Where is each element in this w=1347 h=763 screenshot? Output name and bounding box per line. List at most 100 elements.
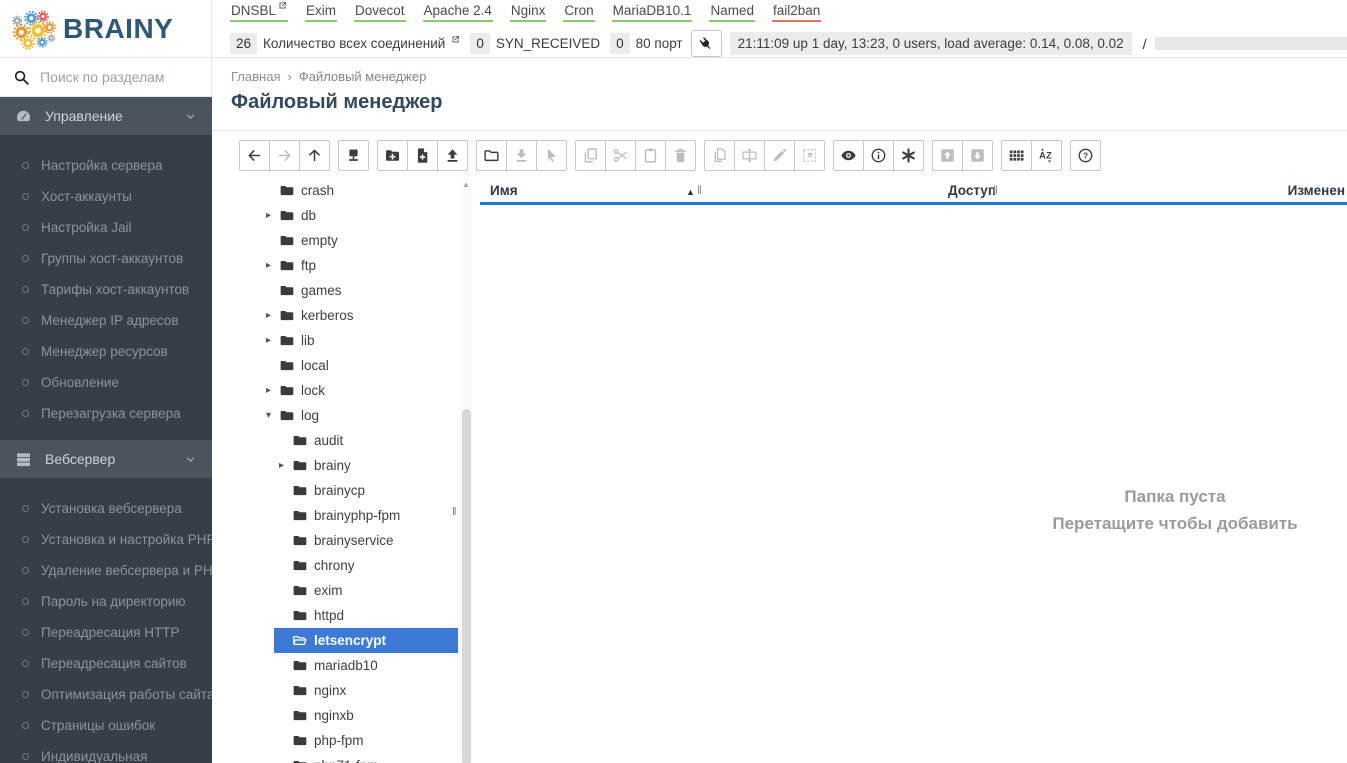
column-resize-handle[interactable]: ‖: [697, 183, 702, 197]
view-button[interactable]: [833, 140, 864, 171]
tree-label: brainyphp-fpm: [314, 508, 401, 523]
root-button[interactable]: [338, 140, 369, 171]
tree-expand-arrow[interactable]: ▸: [266, 310, 279, 321]
tree-label: audit: [314, 433, 344, 448]
tree-item-kerberos[interactable]: ▸ kerberos: [230, 303, 458, 328]
sidebar-item[interactable]: Установка вебсервера: [0, 493, 212, 524]
sidebar-item-label: Перезагрузка сервера: [41, 406, 181, 421]
sidebar-item[interactable]: Пароль на директорию: [0, 586, 212, 617]
tree-item-db[interactable]: ▸ db: [230, 203, 458, 228]
breadcrumb-home[interactable]: Главная: [231, 69, 280, 84]
sidebar-item-label: Индивидуальная: [41, 749, 148, 763]
sidebar-item[interactable]: Тарифы хост-аккаунтов: [0, 274, 212, 305]
service-link[interactable]: Cron: [563, 3, 595, 22]
sidebar-item[interactable]: Установка и настройка PHP: [0, 524, 212, 555]
tree-item-lock[interactable]: ▸ lock: [230, 378, 458, 403]
service-link[interactable]: Named: [709, 3, 755, 22]
tree-label: exim: [314, 583, 343, 598]
tree-scrollbar[interactable]: ▲: [460, 178, 472, 763]
tree-label: empty: [301, 233, 338, 248]
tree-item-brainy[interactable]: ▸ brainy: [230, 453, 458, 478]
tree-expand-arrow[interactable]: ▸: [266, 385, 279, 396]
column-header-access[interactable]: Доступ: [948, 183, 996, 198]
sidebar-item[interactable]: Группы хост-аккаунтов: [0, 243, 212, 274]
search-input[interactable]: [40, 69, 198, 85]
help-button[interactable]: ?: [1070, 140, 1101, 171]
tree-item-ftp[interactable]: ▸ ftp: [230, 253, 458, 278]
tree-item-chrony[interactable]: chrony: [230, 553, 458, 578]
sidebar-item[interactable]: Перезагрузка сервера: [0, 398, 212, 429]
info-button[interactable]: [863, 140, 894, 171]
up-button[interactable]: [299, 140, 330, 171]
column-header-modified[interactable]: Изменен: [1288, 183, 1345, 198]
file-manager-toolbar: A Z?: [212, 131, 1347, 178]
tree-item-games[interactable]: games: [230, 278, 458, 303]
tree-item-php71-fpm[interactable]: php71-fpm: [230, 753, 458, 763]
service-link[interactable]: Apache 2.4: [422, 3, 493, 22]
tree-panel-resize-handle[interactable]: ‖: [452, 506, 457, 518]
sidebar-item[interactable]: Переадресация сайтов: [0, 648, 212, 679]
column-resize-handle[interactable]: ‖: [993, 183, 998, 197]
tree-expand-arrow[interactable]: ▸: [266, 335, 279, 346]
section-header-upravlenie[interactable]: Управление: [0, 97, 212, 135]
column-header-name[interactable]: Имя: [490, 183, 518, 198]
tree-label: kerberos: [301, 308, 354, 323]
tree-item-brainycp[interactable]: brainycp: [230, 478, 458, 503]
tree-item-audit[interactable]: audit: [230, 428, 458, 453]
tree-item-local[interactable]: local: [230, 353, 458, 378]
sidebar-item[interactable]: Менеджер IP адресов: [0, 305, 212, 336]
new-file-button[interactable]: [407, 140, 438, 171]
service-link[interactable]: fail2ban: [771, 3, 822, 22]
upload-button[interactable]: [437, 140, 468, 171]
tree-expand-arrow[interactable]: ▾: [266, 410, 279, 421]
sidebar-item[interactable]: Менеджер ресурсов: [0, 336, 212, 367]
logo[interactable]: BRAINY: [0, 0, 212, 58]
stat-value: 0: [470, 33, 490, 54]
tree-item-exim[interactable]: exim: [230, 578, 458, 603]
tree-item-log[interactable]: ▾ log: [230, 403, 458, 428]
sidebar-item[interactable]: Настройка сервера: [0, 150, 212, 181]
sidebar-item[interactable]: Настройка Jail: [0, 212, 212, 243]
tree-item-lib[interactable]: ▸ lib: [230, 328, 458, 353]
sidebar-item[interactable]: Оптимизация работы сайта: [0, 679, 212, 710]
permissions-button[interactable]: [893, 140, 924, 171]
tree-expand-arrow[interactable]: ▸: [266, 260, 279, 271]
tree-item-brainyservice[interactable]: brainyservice: [230, 528, 458, 553]
tree-item-brainyphp-fpm[interactable]: brainyphp-fpm: [230, 503, 458, 528]
tree-scrollbar-thumb[interactable]: [461, 409, 471, 763]
section-label: Управление: [45, 108, 123, 124]
tree-item-crash[interactable]: crash: [230, 178, 458, 203]
tree-expand-arrow[interactable]: ▸: [279, 460, 292, 471]
external-link-icon: [278, 2, 287, 18]
sort-az-button[interactable]: AZ: [1031, 140, 1062, 171]
service-link[interactable]: Exim: [305, 3, 338, 22]
grid-view-button[interactable]: [1001, 140, 1032, 171]
sidebar-item[interactable]: Удаление вебсервера и PHP: [0, 555, 212, 586]
top-header: DNSBL Exim Dovecot Apache 2.4 Nginx Cron Maria…: [212, 0, 1347, 58]
service-link[interactable]: DNSBL: [230, 2, 289, 22]
tree-expand-arrow[interactable]: ▸: [266, 210, 279, 221]
back-button[interactable]: [239, 140, 270, 171]
tree-item-letsencrypt[interactable]: letsencrypt: [230, 628, 458, 653]
service-link[interactable]: Nginx: [509, 3, 547, 22]
scroll-up-arrow[interactable]: ▲: [460, 180, 472, 189]
service-link[interactable]: MariaDB10.1: [611, 3, 693, 22]
open-folder-button[interactable]: [476, 140, 507, 171]
sidebar-item[interactable]: Хост-аккаунты: [0, 181, 212, 212]
sidebar-item[interactable]: Обновление: [0, 367, 212, 398]
tree-item-httpd[interactable]: httpd: [230, 603, 458, 628]
section-header-vebserver[interactable]: Вебсервер: [0, 440, 212, 478]
sidebar-item[interactable]: Страницы ошибок: [0, 710, 212, 741]
sidebar-item[interactable]: Индивидуальная: [0, 741, 212, 763]
tree-item-nginx[interactable]: nginx: [230, 678, 458, 703]
service-label: DNSBL: [231, 3, 277, 18]
new-folder-button[interactable]: [377, 140, 408, 171]
tree-item-nginxb[interactable]: nginxb: [230, 703, 458, 728]
tree-item-php-fpm[interactable]: php-fpm: [230, 728, 458, 753]
service-link[interactable]: Dovecot: [354, 3, 406, 22]
tree-item-empty[interactable]: empty: [230, 228, 458, 253]
sidebar-item[interactable]: Переадресация HTTP: [0, 617, 212, 648]
tree-item-mariadb10[interactable]: mariadb10: [230, 653, 458, 678]
plug-button[interactable]: [690, 30, 722, 57]
stat-value: 0: [610, 33, 630, 54]
